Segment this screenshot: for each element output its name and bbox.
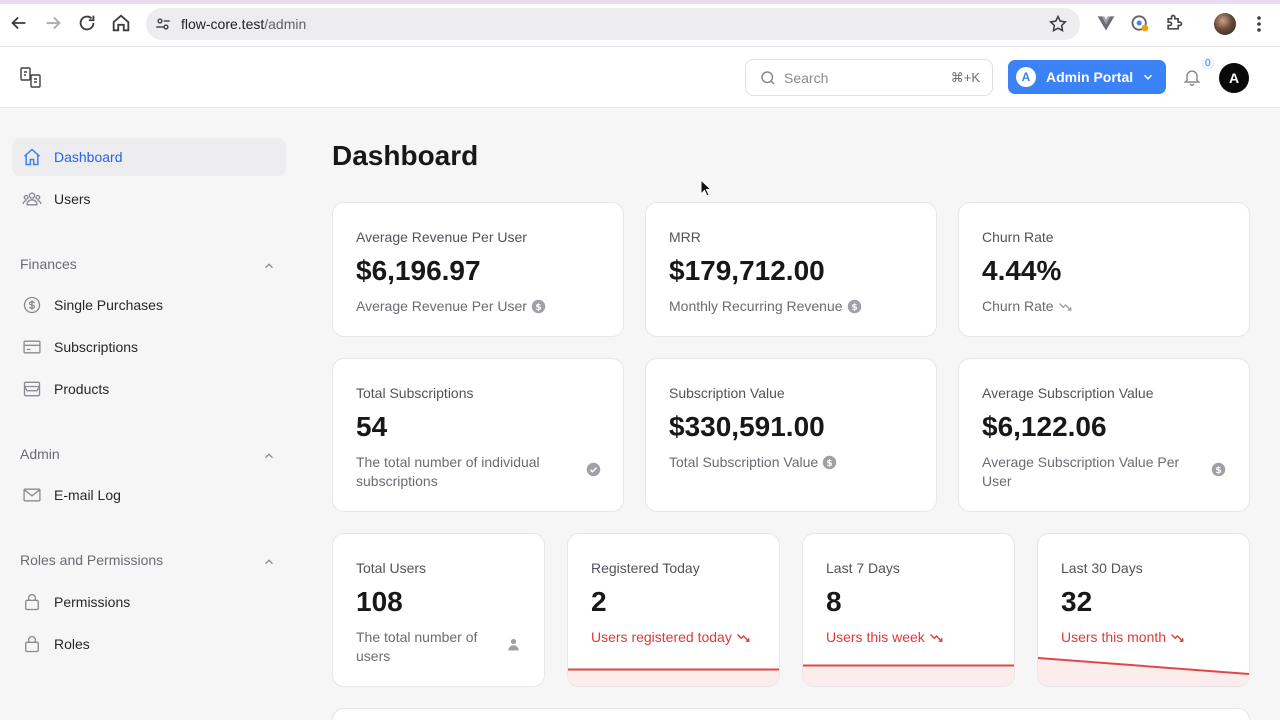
chart-card-partial (332, 708, 1250, 720)
stat-card-arpu: Average Revenue Per User $6,196.97 Avera… (332, 202, 624, 337)
portal-badge: A (1016, 67, 1036, 87)
sidebar-item-single-purchases[interactable]: Single Purchases (12, 286, 286, 324)
address-bar[interactable]: flow-core.test/admin (146, 8, 1080, 40)
dollar-circle-icon: $ (822, 455, 837, 470)
check-circle-icon (586, 462, 601, 477)
sidebar-item-subscriptions[interactable]: Subscriptions (12, 328, 286, 366)
trending-down-icon (736, 634, 750, 642)
stat-card-registered-today: Registered Today 2 Users registered toda… (567, 533, 780, 687)
search-shortcut: ⌘+K (950, 70, 980, 85)
svg-text:$: $ (1215, 466, 1221, 476)
user-avatar[interactable]: A (1219, 63, 1249, 93)
lock-icon (22, 592, 42, 612)
sidebar-item-roles[interactable]: Roles (12, 625, 286, 663)
sidebar-item-dashboard[interactable]: Dashboard (12, 138, 286, 176)
search-placeholder: Search (784, 70, 829, 86)
sidebar-group-admin[interactable]: Admin (20, 446, 280, 466)
trending-down-icon (1171, 634, 1184, 642)
puzzle-icon[interactable] (1164, 13, 1184, 33)
app-logo-icon[interactable] (19, 66, 45, 90)
sparkline-chart (803, 664, 1014, 686)
reload-icon[interactable] (76, 12, 98, 34)
more-vertical-icon[interactable] (1252, 14, 1266, 34)
svg-text:$: $ (535, 303, 541, 313)
forward-arrow-icon[interactable] (42, 12, 64, 34)
mouse-cursor-icon (700, 179, 712, 197)
chevron-up-icon (262, 449, 276, 463)
sidebar-item-email-log[interactable]: E-mail Log (12, 476, 286, 514)
bookmark-star-icon[interactable] (1048, 14, 1068, 34)
sidebar-item-permissions[interactable]: Permissions (12, 583, 286, 621)
vue-devtools-icon[interactable] (1096, 13, 1116, 33)
page-title: Dashboard (332, 140, 479, 171)
stat-card-average-subscription-value: Average Subscription Value $6,122.06 Ave… (958, 358, 1250, 512)
sidebar-item-users[interactable]: Users (12, 180, 286, 218)
app-header: Search ⌘+K A Admin Portal 0 A (0, 47, 1280, 108)
sidebar-item-products[interactable]: Products (12, 370, 286, 408)
user-icon (508, 638, 519, 651)
svg-text:$: $ (851, 303, 857, 313)
portal-label: Admin Portal (1046, 69, 1134, 85)
stat-card-mrr: MRR $179,712.00 Monthly Recurring Revenu… (645, 202, 937, 337)
site-settings-icon[interactable] (154, 15, 172, 33)
browser-profile-avatar[interactable] (1214, 13, 1236, 35)
trending-down-icon (929, 634, 943, 642)
admin-portal-button[interactable]: A Admin Portal (1008, 60, 1166, 94)
dollar-circle-icon (22, 295, 42, 315)
home-icon (22, 147, 42, 167)
extension-icon[interactable] (1130, 13, 1150, 33)
trending-down-icon (1058, 303, 1072, 311)
back-arrow-icon[interactable] (8, 12, 30, 34)
dollar-circle-icon: $ (1211, 462, 1226, 477)
bell-icon[interactable] (1182, 67, 1202, 89)
notification-count: 0 (1202, 58, 1214, 69)
envelope-icon (22, 485, 42, 505)
sparkline-chart (568, 668, 779, 686)
search-icon (759, 69, 777, 87)
sidebar: Dashboard Users Finances Single Purchase… (0, 108, 300, 720)
dollar-circle-icon: $ (847, 299, 861, 314)
chevron-down-icon (1141, 70, 1155, 84)
stat-card-total-subscriptions: Total Subscriptions 54 The total number … (332, 358, 624, 512)
browser-toolbar: flow-core.test/admin (0, 0, 1280, 47)
sidebar-group-finances[interactable]: Finances (20, 256, 280, 276)
lock-icon (22, 634, 42, 654)
stat-card-subscription-value: Subscription Value $330,591.00 Total Sub… (645, 358, 937, 512)
sidebar-group-roles-permissions[interactable]: Roles and Permissions (20, 552, 280, 572)
home-page-icon[interactable] (110, 12, 132, 34)
users-icon (22, 189, 42, 209)
sparkline-chart (1038, 657, 1249, 686)
stat-card-last-7-days: Last 7 Days 8 Users this week (802, 533, 1015, 687)
stat-card-total-users: Total Users 108 The total number of user… (332, 533, 545, 687)
archive-box-icon (22, 379, 42, 399)
credit-card-icon (22, 337, 42, 357)
chevron-up-icon (262, 259, 276, 273)
svg-text:$: $ (827, 459, 833, 469)
stat-card-churn-rate: Churn Rate 4.44% Churn Rate (958, 202, 1250, 337)
url-text: flow-core.test/admin (181, 16, 307, 32)
dollar-circle-icon: $ (531, 299, 546, 314)
chevron-up-icon (262, 555, 276, 569)
stat-card-last-30-days: Last 30 Days 32 Users this month (1037, 533, 1250, 687)
search-box[interactable]: Search ⌘+K (745, 59, 993, 96)
